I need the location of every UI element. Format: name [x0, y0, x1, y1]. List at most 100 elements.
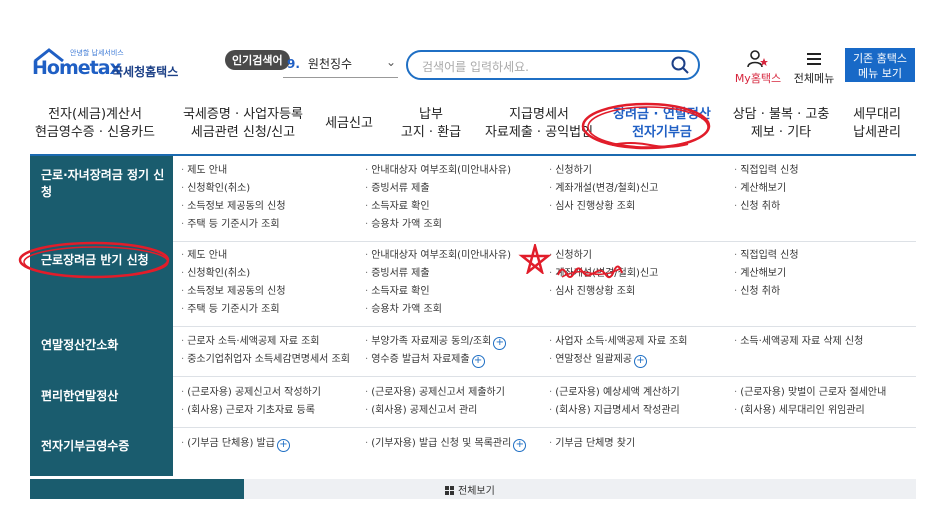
menu-link[interactable]: · 신청하기: [549, 247, 658, 265]
section-half-year-incentive: · 제도 안내 · 신청확인(취소) · 소득정보 제공동의 신청 · 주택 등 기준시…: [173, 241, 916, 327]
search-icon[interactable]: [670, 55, 690, 75]
menu-link[interactable]: · (회사용) 세무대리인 위임관리: [734, 402, 886, 420]
column-4: · 소득·세액공제 자료 삭제 신청: [734, 333, 863, 351]
menu-link[interactable]: · 소득정보 제공동의 신청: [181, 283, 286, 301]
all-menu-button[interactable]: 전체메뉴: [791, 50, 837, 86]
menu-link[interactable]: · (기부금 단체용) 발급 +: [181, 435, 290, 453]
column-2: · (기부자용) 발급 신청 및 목록관리 +: [365, 435, 527, 453]
all-menu-label: 전체메뉴: [793, 72, 835, 85]
menu-link[interactable]: · 안내대상자 여부조회(미안내사유): [365, 162, 511, 180]
plus-circle-icon[interactable]: +: [513, 439, 527, 452]
column-2: · (근로자용) 공제신고서 제출하기 · (회사용) 공제신고서 관리: [365, 384, 505, 420]
old-hometax-menu-button[interactable]: 기존 홈택스 메뉴 보기: [845, 48, 915, 82]
popular-search-dropdown[interactable]: 9. 원천징수 ⌄: [283, 55, 398, 78]
my-hometax-label: My홈택스: [734, 72, 782, 85]
nav-line2: 자료제출 · 공익법인: [484, 125, 594, 140]
menu-link[interactable]: · 중소기업취업자 소득세감면명세서 조회: [181, 351, 350, 369]
menu-link[interactable]: · (근로자용) 공제신고서 작성하기: [181, 384, 321, 402]
my-hometax-button[interactable]: My홈택스: [733, 50, 783, 86]
menu-link[interactable]: · 소득자료 확인: [365, 283, 511, 301]
menu-link[interactable]: · (근로자용) 예상세액 계산하기: [549, 384, 680, 402]
column-4: · 직접입력 신청 · 계산해보기 · 신청 취하: [734, 162, 799, 216]
mega-menu-panel: 근로·자녀장려금 정기 신청 근로장려금 반기 신청 연말정산간소화 편리한연말…: [30, 156, 916, 476]
view-all-button[interactable]: 전체보기: [445, 482, 495, 497]
column-2: · 안내대상자 여부조회(미안내사유) · 증빙서류 제출 · 소득자료 확인 · 승용…: [365, 162, 511, 234]
section-e-donation-receipt: · (기부금 단체용) 발급 + · (기부자용) 발급 신청 및 목록관리 + · 기부…: [173, 427, 916, 476]
category-e-donation-receipt[interactable]: 전자기부금영수증: [30, 437, 173, 454]
menu-link[interactable]: · 계산해보기: [734, 265, 799, 283]
menu-link[interactable]: · 계좌개설(변경/철회)신고: [549, 265, 658, 283]
nav-consult[interactable]: 상담 · 불복 · 고충 제보 · 기타: [730, 106, 832, 142]
menu-link[interactable]: · 안내대상자 여부조회(미안내사유): [365, 247, 511, 265]
plus-circle-icon[interactable]: +: [493, 337, 507, 350]
menu-link[interactable]: · (회사용) 근로자 기초자료 등록: [181, 402, 321, 420]
menu-link[interactable]: · 기부금 단체명 찾기: [549, 435, 635, 453]
column-1: · 근로자 소득·세액공제 자료 조회 · 중소기업취업자 소득세감면명세서 조회: [181, 333, 350, 369]
nav-line1: 전자(세금)계산서: [48, 107, 142, 122]
section-simplified-yearend: · 근로자 소득·세액공제 자료 조회 · 중소기업취업자 소득세감면명세서 조회 …: [173, 326, 916, 377]
nav-line1: 지급명세서: [509, 107, 569, 122]
plus-circle-icon[interactable]: +: [633, 355, 647, 368]
menu-link[interactable]: · 주택 등 기준시가 조회: [181, 216, 286, 234]
menu-link[interactable]: · (근로자용) 맞벌이 근로자 절세안내: [734, 384, 886, 402]
logo-wordmark: Hometax: [32, 57, 122, 79]
menu-link[interactable]: · (기부자용) 발급 신청 및 목록관리 +: [365, 435, 527, 453]
plus-circle-icon[interactable]: +: [276, 439, 290, 452]
menu-link[interactable]: · 승용차 가액 조회: [365, 301, 511, 319]
menu-link[interactable]: · 심사 진행상황 조회: [549, 198, 658, 216]
nav-payment-statement[interactable]: 지급명세서 자료제출 · 공익법인: [478, 106, 600, 142]
logo-korean-name: 국세청홈택스: [112, 65, 179, 79]
menu-link[interactable]: · 직접입력 신청: [734, 247, 799, 265]
menu-link[interactable]: · 소득자료 확인: [365, 198, 511, 216]
menu-link[interactable]: · 계좌개설(변경/철회)신고: [549, 180, 658, 198]
nav-incentive-yearend[interactable]: 장려금 · 연말정산 전자기부금: [602, 106, 722, 142]
column-3: · 신청하기 · 계좌개설(변경/철회)신고 · 심사 진행상황 조회: [549, 162, 658, 216]
menu-link[interactable]: · 소득·세액공제 자료 삭제 신청: [734, 333, 863, 351]
menu-link[interactable]: · 신청하기: [549, 162, 658, 180]
column-3: · (근로자용) 예상세액 계산하기 · (회사용) 지급명세서 작성관리: [549, 384, 680, 420]
menu-link[interactable]: · 주택 등 기준시가 조회: [181, 301, 286, 319]
menu-link[interactable]: · 제도 안내: [181, 162, 286, 180]
column-3: · 신청하기 · 계좌개설(변경/철회)신고 · 심사 진행상황 조회: [549, 247, 658, 301]
menu-link[interactable]: · 부양가족 자료제공 동의/조회 +: [365, 333, 507, 351]
menu-link[interactable]: · 직접입력 신청: [734, 162, 799, 180]
nav-e-invoice[interactable]: 전자(세금)계산서 현금영수증 · 신용카드: [30, 106, 160, 142]
panel-footer: 전체보기: [30, 479, 916, 499]
category-regular-incentive[interactable]: 근로·자녀장려금 정기 신청: [30, 166, 173, 200]
menu-link[interactable]: · 승용차 가액 조회: [365, 216, 511, 234]
nav-payment[interactable]: 납부 고지 · 환급: [392, 106, 470, 142]
nav-tax-filing[interactable]: 세금신고: [318, 115, 380, 133]
section-regular-incentive: · 제도 안내 · 신청확인(취소) · 소득정보 제공동의 신청 · 주택 등 기준시…: [173, 156, 916, 242]
rank-number: 9.: [287, 57, 300, 71]
menu-link[interactable]: · 사업자 소득·세액공제 자료 조회: [549, 333, 688, 351]
nav-certificate[interactable]: 국세증명 · 사업자등록 세금관련 신청/신고: [178, 106, 308, 142]
menu-link[interactable]: · 신청 취하: [734, 198, 799, 216]
menu-link[interactable]: · 심사 진행상황 조회: [549, 283, 658, 301]
category-simplified-yearend[interactable]: 연말정산간소화: [30, 336, 173, 353]
nav-line2: 제보 · 기타: [750, 125, 812, 140]
category-half-year-incentive[interactable]: 근로장려금 반기 신청: [30, 251, 173, 268]
column-4: · 직접입력 신청 · 계산해보기 · 신청 취하: [734, 247, 799, 301]
menu-link[interactable]: · 연말정산 일괄제공 +: [549, 351, 688, 369]
menu-link[interactable]: · (회사용) 공제신고서 관리: [365, 402, 505, 420]
column-3: · 사업자 소득·세액공제 자료 조회 · 연말정산 일괄제공 +: [549, 333, 688, 369]
menu-link[interactable]: · (회사용) 지급명세서 작성관리: [549, 402, 680, 420]
menu-link[interactable]: · 계산해보기: [734, 180, 799, 198]
menu-link[interactable]: · 증빙서류 제출: [365, 265, 511, 283]
menu-link[interactable]: · 신청확인(취소): [181, 180, 286, 198]
menu-link[interactable]: · 근로자 소득·세액공제 자료 조회: [181, 333, 350, 351]
hometax-logo[interactable]: 안녕할 납세서비스 Hometax 국세청홈택스: [30, 48, 190, 88]
menu-link[interactable]: · (근로자용) 공제신고서 제출하기: [365, 384, 505, 402]
menu-link[interactable]: · 증빙서류 제출: [365, 180, 511, 198]
category-convenient-yearend[interactable]: 편리한연말정산: [30, 387, 173, 404]
menu-link[interactable]: · 신청확인(취소): [181, 265, 286, 283]
menu-link[interactable]: · 신청 취하: [734, 283, 799, 301]
search-input[interactable]: 검색어를 입력하세요.: [406, 50, 700, 80]
menu-link[interactable]: · 영수증 발급처 자료제출 +: [365, 351, 506, 369]
menu-link[interactable]: · 소득정보 제공동의 신청: [181, 198, 286, 216]
nav-line2: 전자기부금: [632, 125, 692, 140]
menu-link[interactable]: · 제도 안내: [181, 247, 286, 265]
nav-tax-agent[interactable]: 세무대리 납세관리: [838, 106, 916, 142]
old-hometax-line1: 기존 홈택스: [852, 52, 908, 65]
plus-circle-icon[interactable]: +: [471, 355, 485, 368]
